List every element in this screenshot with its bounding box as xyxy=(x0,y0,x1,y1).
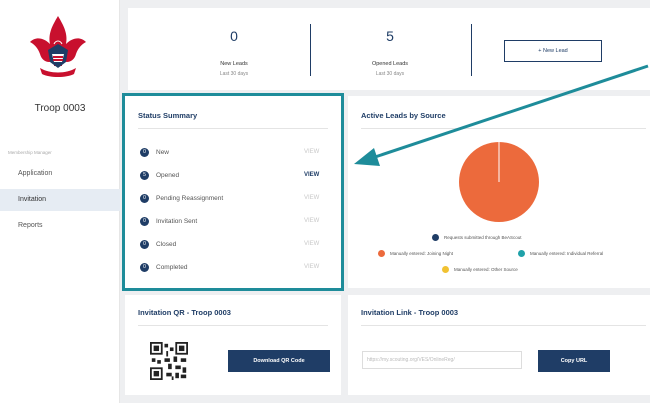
new-leads-period: Last 30 days xyxy=(219,71,249,77)
sidebar-item-invitation[interactable]: Invitation xyxy=(0,189,120,211)
stats-divider xyxy=(310,24,311,76)
stats-card: 0 New Leads Last 30 days 5 Opened Leads … xyxy=(128,8,650,90)
active-leads-card: Active Leads by Source Requests submitte… xyxy=(348,96,650,288)
legend-label-joining-night: Manually entered: Joining Night xyxy=(390,251,454,256)
stats-divider xyxy=(471,24,472,76)
qr-card-title: Invitation QR - Troop 0003 xyxy=(138,308,231,317)
opened-leads-period: Last 30 days xyxy=(375,71,405,77)
annotation-highlight-box xyxy=(122,93,344,291)
copy-url-button[interactable]: Copy URL xyxy=(538,350,610,372)
legend-swatch-beascout xyxy=(432,234,439,241)
sidebar-item-application[interactable]: Application xyxy=(0,163,120,185)
new-lead-button[interactable]: + New Lead xyxy=(504,40,602,62)
section-label: Membership Manager xyxy=(8,150,52,155)
invitation-link-card: Invitation Link - Troop 0003 https://my.… xyxy=(348,295,650,395)
invitation-url-field[interactable]: https://my.scouting.org/VES/OnlineReg/ xyxy=(362,351,522,369)
legend-label-individual-referral: Manually entered: Individual Referral xyxy=(530,251,604,256)
link-card-title: Invitation Link - Troop 0003 xyxy=(361,308,459,317)
legend-label-other-source: Manually entered: Other Source xyxy=(454,267,518,272)
new-leads-label: New Leads xyxy=(220,61,248,67)
legend-swatch-other-source xyxy=(442,266,449,273)
sidebar: Troop 0003 Membership Manager Applicatio… xyxy=(0,0,120,403)
app-root: Troop 0003 Membership Manager Applicatio… xyxy=(0,0,650,403)
sidebar-item-reports[interactable]: Reports xyxy=(0,215,120,237)
troop-name: Troop 0003 xyxy=(34,103,86,114)
legend-label-beascout: Requests submitted through BeAScout xyxy=(444,235,522,240)
divider xyxy=(138,325,328,326)
pie-chart xyxy=(459,142,539,222)
opened-leads-count: 5 xyxy=(386,28,394,44)
download-qr-button[interactable]: Download QR Code xyxy=(228,350,330,372)
divider xyxy=(361,325,646,326)
legend-swatch-joining-night xyxy=(378,250,385,257)
legend-swatch-individual-referral xyxy=(518,250,525,257)
qr-code-image xyxy=(150,342,188,380)
invitation-qr-card: Invitation QR - Troop 0003 Download QR C… xyxy=(125,295,341,395)
opened-leads-label: Opened Leads xyxy=(371,61,409,67)
new-leads-count: 0 xyxy=(230,28,238,44)
scouting-emblem-logo xyxy=(30,16,86,77)
